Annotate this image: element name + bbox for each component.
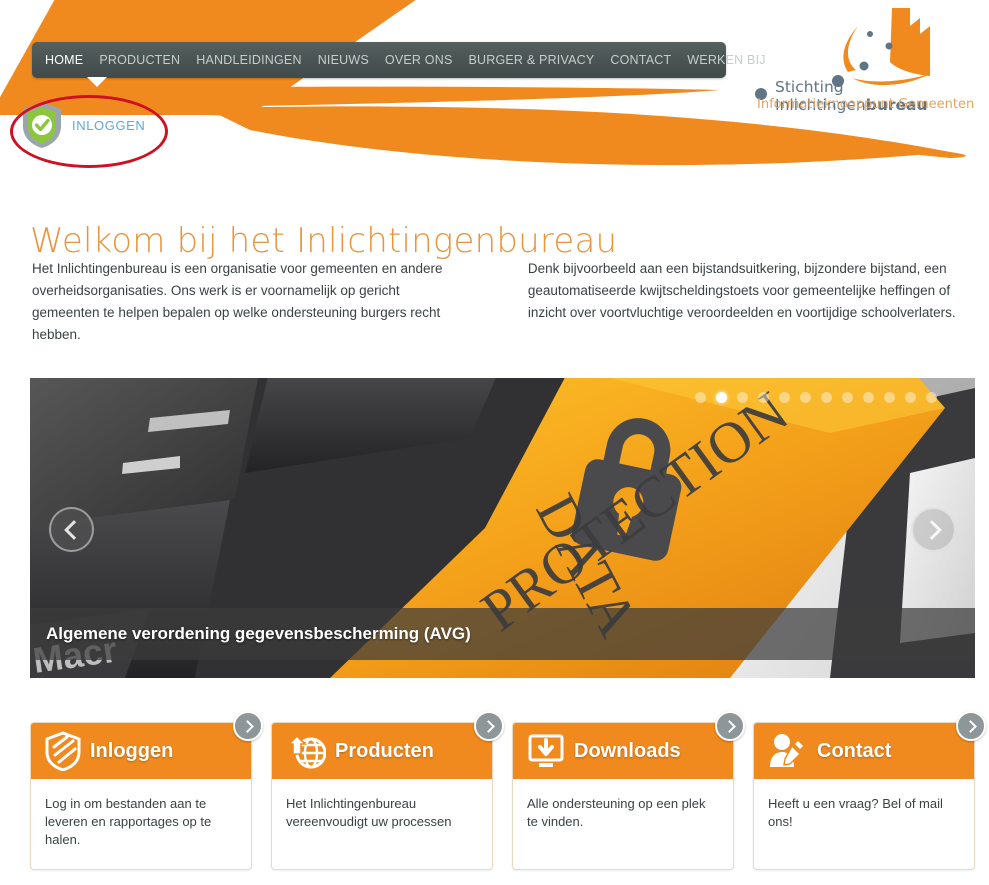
card-body: Log in om bestanden aan te leveren en ra… — [45, 796, 212, 847]
card-body: Het Inlichtingenbureau vereenvoudigt uw … — [286, 796, 452, 829]
download-monitor-icon — [528, 734, 564, 767]
intro-paragraph-right: Denk bijvoorbeeld aan een bijstandsuitke… — [527, 261, 956, 320]
login-label: INLOGGEN — [72, 117, 146, 133]
carousel-dots[interactable] — [695, 392, 937, 403]
carousel-dot[interactable] — [884, 392, 895, 403]
carousel-dot[interactable] — [800, 392, 811, 403]
hero-carousel[interactable]: PROTECTION DATA DATA Macr Algemene veror… — [30, 378, 975, 678]
main-navigation: HOME PRODUCTEN HANDLEIDINGEN NIEUWS OVER… — [32, 42, 766, 87]
login-link[interactable]: INLOGGEN — [20, 100, 145, 150]
card-go-badge[interactable] — [474, 711, 504, 741]
carousel-dot[interactable] — [905, 392, 916, 403]
chevron-right-icon — [240, 719, 254, 733]
card-header: Inloggen — [31, 723, 251, 788]
nav-item-home[interactable]: HOME — [32, 42, 91, 78]
shield-icon — [45, 731, 81, 771]
nav-item-over-ons[interactable]: OVER ONS — [377, 42, 461, 78]
card-body: Heeft u een vraag? Bel of mail ons! — [768, 796, 943, 829]
carousel-caption: Algemene verordening gegevensbescherming… — [30, 608, 975, 660]
card-body: Alle ondersteuning op een plek te vinden… — [527, 796, 706, 829]
card-go-badge[interactable] — [233, 711, 263, 741]
carousel-dot[interactable] — [779, 392, 790, 403]
nav-item-werken-bij[interactable]: WERKEN BIJ — [679, 42, 773, 78]
chevron-right-icon — [921, 519, 942, 540]
carousel-dot[interactable] — [842, 392, 853, 403]
nav-item-burger-privacy[interactable]: BURGER & PRIVACY — [460, 42, 602, 78]
logo-tagline: Informatieknooppunt Gemeenten — [757, 97, 975, 112]
card-downloads[interactable]: Downloads Alle ondersteuning op een plek… — [512, 711, 745, 870]
card-title: Downloads — [574, 739, 681, 762]
chevron-left-icon — [63, 519, 84, 540]
chevron-right-icon — [722, 719, 736, 733]
card-go-badge[interactable] — [956, 711, 986, 741]
nav-item-handleidingen[interactable]: HANDLEIDINGEN — [188, 42, 309, 78]
carousel-next-button[interactable] — [911, 507, 956, 552]
nav-item-contact[interactable]: CONTACT — [602, 42, 679, 78]
globe-upload-icon — [287, 734, 326, 769]
card-header: Contact — [754, 723, 974, 788]
card-title: Inloggen — [90, 739, 174, 762]
card-header: Downloads — [513, 723, 733, 788]
carousel-prev-button[interactable] — [49, 507, 94, 552]
nav-item-producten[interactable]: PRODUCTEN — [91, 42, 188, 78]
feature-cards: Inloggen Log in om bestanden aan te leve… — [30, 711, 986, 870]
carousel-dot[interactable] — [695, 392, 706, 403]
intro-paragraph-left: Het Inlichtingenbureau is een organisati… — [32, 261, 443, 342]
intro-columns: Het Inlichtingenbureau is een organisati… — [32, 258, 962, 346]
person-pencil-icon — [770, 734, 805, 767]
carousel-dot[interactable] — [758, 392, 769, 403]
chevron-right-icon — [963, 719, 977, 733]
carousel-dot[interactable] — [821, 392, 832, 403]
card-contact[interactable]: Contact Heeft u een vraag? Bel of mail o… — [753, 711, 986, 870]
card-title: Contact — [817, 739, 892, 762]
card-go-badge[interactable] — [715, 711, 745, 741]
card-inloggen[interactable]: Inloggen Log in om bestanden aan te leve… — [30, 711, 263, 870]
card-header: Producten — [272, 723, 492, 788]
card-title: Producten — [335, 739, 434, 762]
page-title: Welkom bij het Inlichtingenbureau — [30, 220, 618, 261]
carousel-dot[interactable] — [926, 392, 937, 403]
chevron-right-icon — [481, 719, 495, 733]
nav-item-nieuws[interactable]: NIEUWS — [310, 42, 377, 78]
carousel-dot[interactable] — [737, 392, 748, 403]
site-header: Stichting Inlichtingenbureau Informatiek… — [0, 0, 989, 190]
carousel-caption-text: Algemene verordening gegevensbescherming… — [46, 624, 471, 643]
card-producten[interactable]: Producten Het Inlichtingenbureau vereenv… — [271, 711, 504, 870]
shield-check-icon — [23, 102, 61, 148]
carousel-dot[interactable] — [863, 392, 874, 403]
carousel-dot-active[interactable] — [716, 392, 727, 403]
